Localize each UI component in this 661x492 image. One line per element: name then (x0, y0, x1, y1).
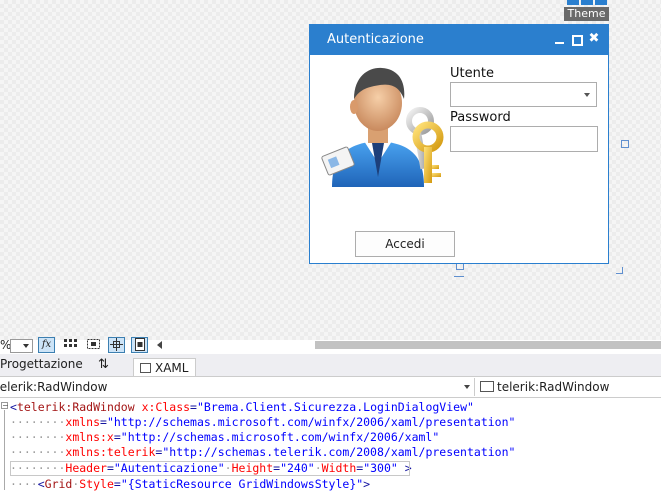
xml-bracket: < (37, 477, 45, 491)
maximize-icon[interactable] (571, 32, 583, 46)
fold-guide-line (4, 410, 5, 490)
grid-toggle-icon[interactable] (62, 337, 79, 353)
xaml-code-editor[interactable]: <telerik:RadWindow x:Class="Brema.Client… (0, 398, 661, 491)
login-dialog-window[interactable]: Autenticazione ✖ Utente Password Accedi (309, 24, 609, 264)
type-dropdown-value: telerik:RadWindow (0, 380, 108, 394)
theme-label: Theme (564, 7, 609, 21)
document-icon (134, 338, 145, 351)
xml-equals: = (113, 477, 121, 491)
effects-toggle-icon[interactable] (131, 337, 148, 353)
navigation-bar: telerik:RadWindow telerik:RadWindow (0, 377, 661, 398)
xaml-icon (140, 363, 151, 373)
type-dropdown[interactable]: telerik:RadWindow (0, 378, 475, 396)
close-icon[interactable]: ✖ (588, 32, 600, 46)
xml-bracket: > (363, 477, 371, 491)
tab-xaml[interactable]: XAML (133, 358, 197, 376)
minimize-icon[interactable] (554, 32, 566, 46)
theme-swatch (595, 0, 607, 5)
resize-adorner[interactable] (621, 140, 629, 148)
snap-gridlines-icon[interactable] (85, 337, 102, 353)
xml-bracket: < (10, 400, 17, 414)
password-field[interactable] (450, 126, 598, 152)
zoom-dropdown[interactable] (10, 339, 33, 353)
tab-xaml-label: XAML (155, 361, 189, 375)
dialog-titlebar[interactable]: Autenticazione ✖ (310, 25, 608, 55)
resize-corner-adorner[interactable] (616, 267, 623, 274)
member-dropdown[interactable]: telerik:RadWindow (480, 378, 661, 396)
code-line: ········xmlns:x="http://schemas.microsof… (10, 430, 439, 445)
xml-element: Grid (44, 477, 73, 491)
view-tabs: Progettazione ⇅ XAML (0, 354, 661, 377)
theme-swatch (581, 0, 593, 5)
code-line: ········xmlns:telerik="http://schemas.te… (10, 445, 515, 460)
code-line: <telerik:RadWindow x:Class="Brema.Client… (10, 400, 474, 415)
chevron-down-icon[interactable] (464, 385, 470, 389)
xml-equals: = (190, 400, 197, 414)
xml-attribute: xmlns (65, 415, 101, 429)
utente-combobox[interactable] (450, 82, 597, 107)
dialog-title: Autenticazione (327, 32, 424, 47)
snap-grid-icon (87, 339, 100, 349)
user-key-icon (321, 67, 444, 187)
xml-attribute: xmlns:x (65, 430, 114, 444)
xml-element: telerik:RadWindow (16, 400, 135, 414)
xml-equals: = (100, 415, 107, 429)
swap-panes-icon[interactable]: ⇅ (98, 357, 109, 372)
collapse-pane-icon[interactable] (157, 341, 162, 349)
xml-value: "http://schemas.telerik.com/2008/xaml/pr… (162, 445, 516, 459)
xml-value: "{StaticResource GridWindowsStyle}" (120, 477, 364, 491)
code-line: ········xmlns="http://schemas.microsoft.… (10, 415, 515, 430)
xml-attribute: x:Class (141, 400, 191, 414)
theme-swatches (567, 0, 607, 6)
xml-equals: = (113, 430, 121, 444)
formula-button[interactable]: fx (38, 337, 55, 353)
designer-horizontal-scrollbar[interactable] (315, 341, 661, 349)
indent-guide: ········ (10, 430, 66, 444)
utente-label: Utente (450, 66, 494, 81)
margin-adorner (454, 276, 464, 277)
xml-value: "http://schemas.microsoft.com/winfx/2006… (120, 430, 440, 444)
xaml-element-icon (480, 381, 494, 392)
designer-canvas[interactable]: Theme Autenticazione ✖ Utente Password A… (0, 0, 661, 340)
xml-value: "Brema.Client.Sicurezza.LoginDialogView" (196, 400, 474, 414)
accedi-button[interactable]: Accedi (355, 231, 455, 257)
xml-attribute: xmlns:telerik (65, 445, 156, 459)
current-line-highlight (10, 461, 410, 476)
indent-guide: ········ (10, 415, 66, 429)
grid-icon (64, 339, 77, 347)
snap-lines-icon[interactable] (108, 337, 125, 353)
tab-progettazione[interactable]: Progettazione (0, 357, 83, 371)
fold-toggle-icon[interactable]: − (1, 402, 9, 410)
crosshair-icon (110, 338, 123, 351)
theme-badge[interactable]: Theme (564, 0, 609, 22)
indent-guide: ···· (10, 477, 38, 491)
xml-value: "http://schemas.microsoft.com/winfx/2006… (106, 415, 516, 429)
password-label: Password (450, 110, 511, 125)
member-dropdown-value: telerik:RadWindow (497, 380, 610, 394)
theme-swatch (567, 0, 579, 5)
xml-attribute: Style (79, 477, 114, 491)
chevron-down-icon[interactable] (584, 93, 590, 97)
indent-guide: ········ (10, 445, 66, 459)
